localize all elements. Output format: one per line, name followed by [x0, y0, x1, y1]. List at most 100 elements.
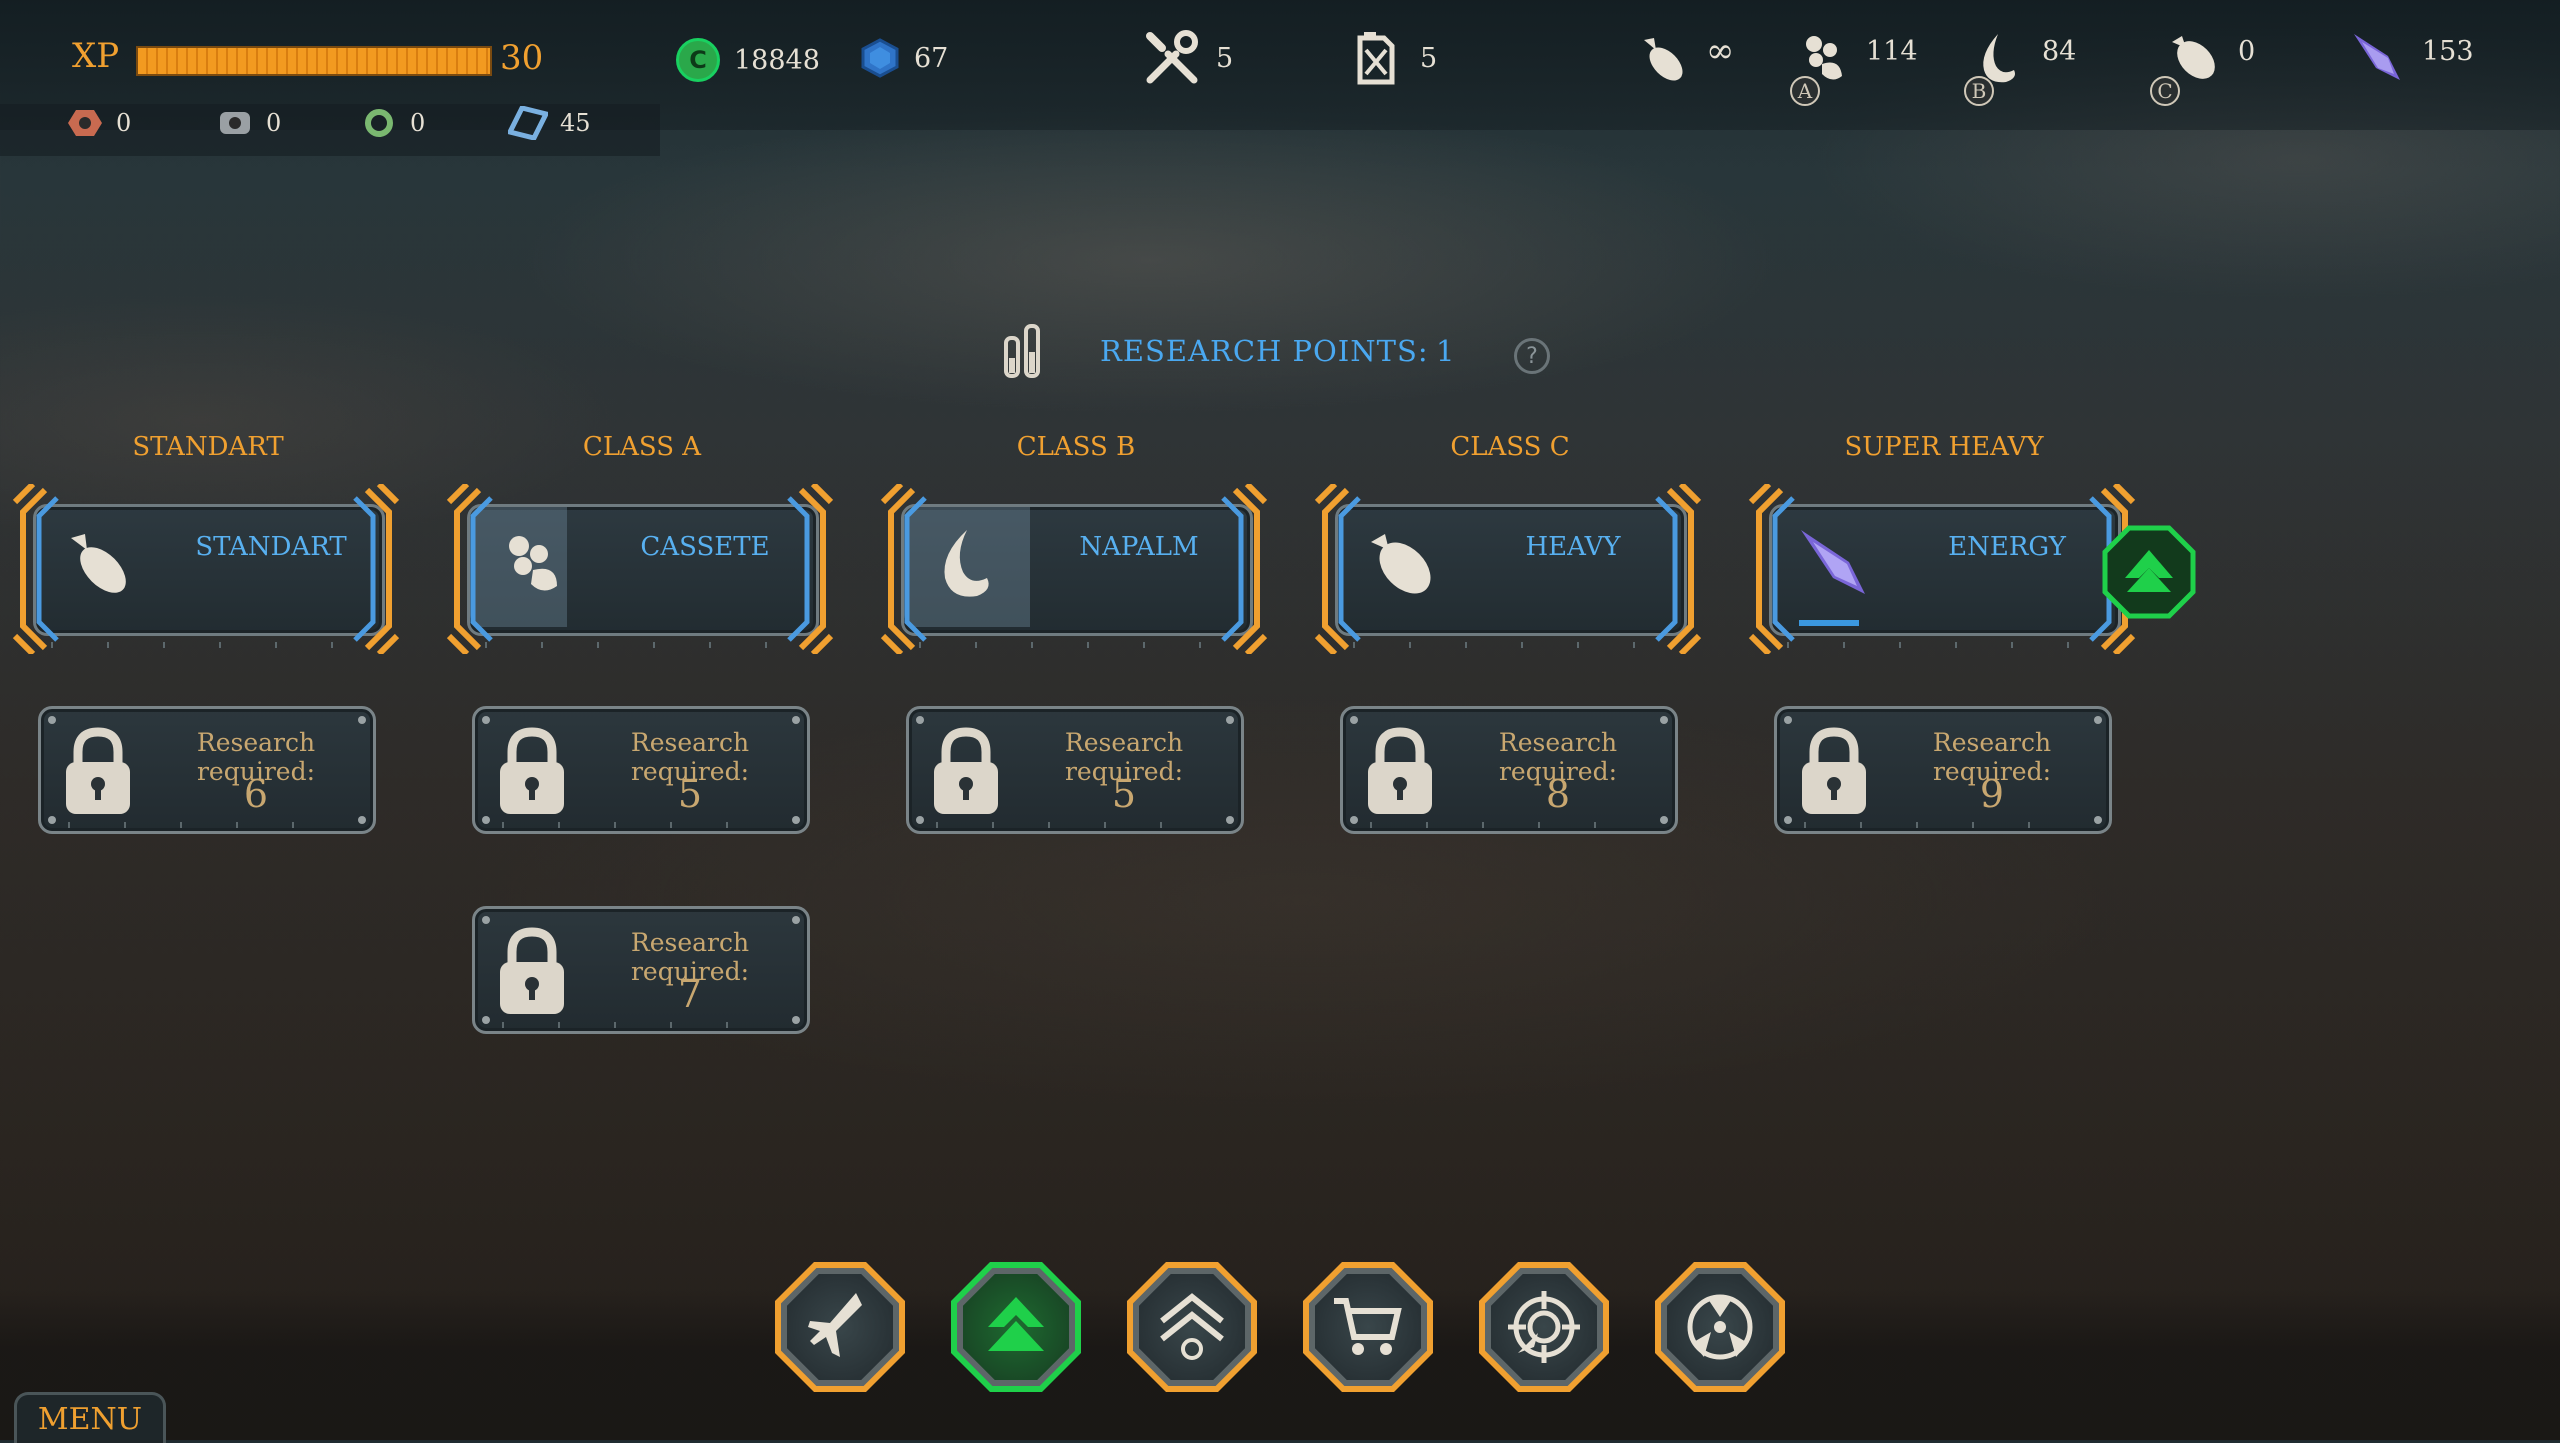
weapon-name: ENERGY [1948, 532, 2066, 562]
lock-ticks [68, 822, 346, 828]
column-title: CLASS A [582, 432, 702, 462]
green-ring-icon [365, 109, 393, 137]
rivet [482, 1016, 490, 1024]
lock-icon [1802, 727, 1866, 814]
blue-plate-icon [508, 106, 548, 140]
rivet [1660, 716, 1668, 724]
flame-icon [944, 530, 989, 597]
lock-ticks [936, 822, 1214, 828]
rivet [358, 716, 366, 724]
column-title: STANDART [132, 432, 284, 462]
nav-shop-button[interactable] [1303, 1262, 1433, 1392]
weapon-name: STANDART [195, 532, 347, 562]
weapon-progress [1799, 620, 1859, 626]
research-required-value: 7 [677, 972, 703, 1016]
weapon-name: HEAVY [1525, 532, 1621, 562]
rank-chevron-icon [1160, 1293, 1224, 1360]
ammo-super-stat: 153 [2348, 28, 2474, 88]
research-lock[interactable]: Research required: 6 [38, 706, 376, 834]
weapon-name: NAPALM [1079, 532, 1199, 562]
lock-icon [1368, 727, 1432, 814]
xp-label: XP [72, 36, 120, 76]
steel-stat: 0 [216, 108, 281, 138]
research-required-value: 5 [1111, 772, 1137, 816]
tools-value: 5 [1216, 42, 1234, 74]
bottom-nav-band [0, 1290, 2560, 1440]
nav-ranks-button[interactable] [1127, 1262, 1257, 1392]
weapon-slot-standart[interactable]: STANDART [11, 481, 401, 657]
ammo-c-value: 0 [2238, 35, 2256, 67]
column-title: CLASS B [1016, 432, 1136, 462]
research-lock[interactable]: Research required: 8 [1340, 706, 1678, 834]
credits-stat: C 18848 [676, 38, 820, 82]
ammo-standart-stat: ∞ [1632, 28, 1734, 88]
green-ring-value: 0 [410, 109, 426, 137]
weapon-ticks [919, 642, 1229, 648]
fuel-stat: 5 [1346, 28, 1437, 88]
ammo-standart-value: ∞ [1706, 31, 1735, 71]
class-b-badge: B [1964, 76, 1994, 106]
copper-stat: 0 [66, 108, 131, 138]
bomb-icon [71, 534, 126, 593]
research-required-value: 9 [1979, 772, 2005, 816]
research-points-label: RESEARCH POINTS: [1100, 334, 1429, 368]
nav-hangar-button[interactable] [775, 1262, 905, 1392]
ammo-a-value: 114 [1866, 35, 1918, 67]
research-lock[interactable]: Research required: 5 [472, 706, 810, 834]
column-title: CLASS C [1450, 432, 1570, 462]
lock-icon [934, 727, 998, 814]
blue-plate-stat: 45 [508, 106, 591, 140]
research-lock[interactable]: Research required: 9 [1774, 706, 2112, 834]
target-icon [1508, 1291, 1580, 1363]
rivet [1226, 816, 1234, 824]
upgrade-arrow-icon[interactable] [2101, 524, 2197, 620]
weapon-ticks [51, 642, 361, 648]
rivet [916, 716, 924, 724]
rivet [2094, 716, 2102, 724]
blue-plate-value: 45 [560, 109, 591, 137]
bomb-icon [1644, 38, 1683, 81]
rivet [792, 916, 800, 924]
tools-stat: 5 [1142, 28, 1233, 88]
class-c-badge: C [2150, 76, 2180, 106]
lock-icon [66, 727, 130, 814]
copper-value: 0 [116, 109, 132, 137]
nav-missions-button[interactable] [1479, 1262, 1609, 1392]
menu-button[interactable]: MENU [14, 1392, 166, 1443]
weapon-slot-heavy[interactable]: HEAVY [1313, 481, 1703, 657]
lock-ticks [1804, 822, 2082, 828]
lock-icon [500, 727, 564, 814]
nav-base-button[interactable] [1655, 1262, 1785, 1392]
rivet [358, 816, 366, 824]
fuel-value: 5 [1420, 42, 1438, 74]
lock-ticks [502, 822, 780, 828]
credit-coin-icon: C [676, 38, 720, 82]
lock-ticks [1370, 822, 1648, 828]
rivet [792, 816, 800, 824]
research-lock[interactable]: Research required: 7 [472, 906, 810, 1034]
weapon-ticks [485, 642, 795, 648]
rivet [1226, 716, 1234, 724]
rivet [48, 716, 56, 724]
weapon-slot-cassete[interactable]: CASSETE [445, 481, 835, 657]
lock-ticks [502, 1022, 780, 1028]
upgrade-arrow-icon [988, 1297, 1044, 1351]
weapon-name: CASSETE [640, 532, 770, 562]
energy-missile-icon [2354, 34, 2400, 80]
rivet [1784, 716, 1792, 724]
bracket-right [1199, 481, 1269, 657]
ammo-c-stat: 0 [2164, 28, 2255, 88]
rivet [1784, 816, 1792, 824]
rivet [1350, 816, 1358, 824]
help-button[interactable]: ? [1514, 338, 1550, 374]
bracket-right [1633, 481, 1703, 657]
rivet [792, 1016, 800, 1024]
crystals-value: 67 [914, 42, 949, 74]
research-lock[interactable]: Research required: 5 [906, 706, 1244, 834]
weapon-slot-energy[interactable]: ENERGY [1747, 481, 2196, 657]
nav-upgrades-button[interactable] [951, 1262, 1081, 1392]
rivet [916, 816, 924, 824]
weapon-slot-napalm[interactable]: NAPALM [879, 481, 1269, 657]
weapon-ticks [1353, 642, 1663, 648]
crystal-hex-icon [861, 38, 899, 78]
